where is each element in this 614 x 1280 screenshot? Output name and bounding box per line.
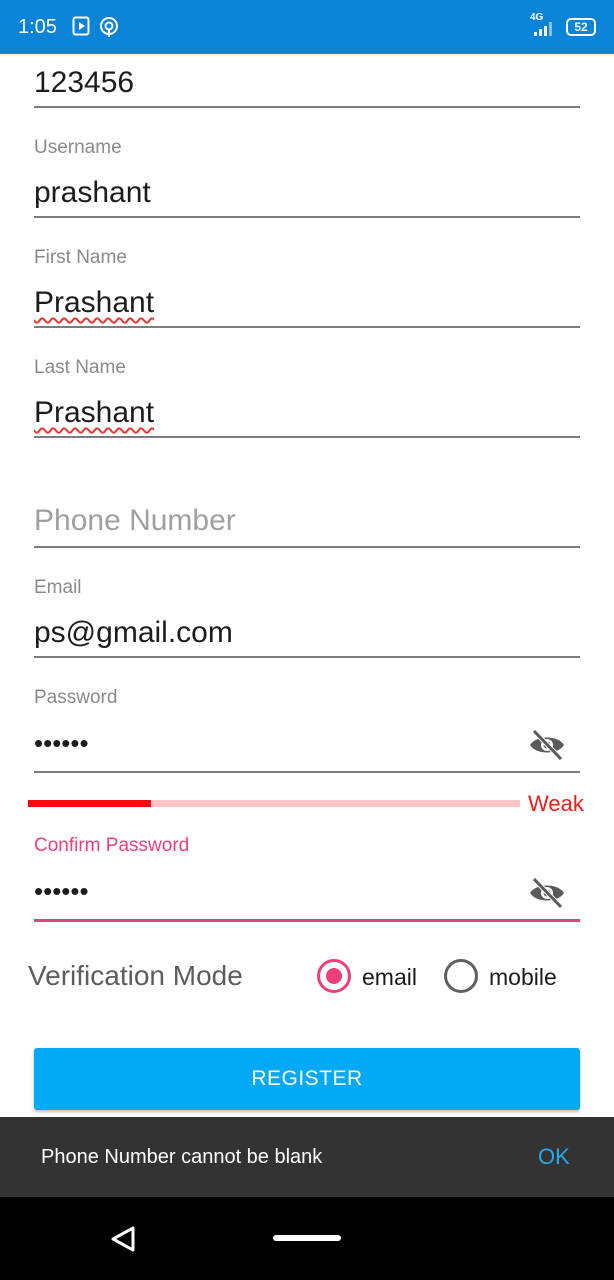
- email-underline: [34, 656, 580, 658]
- eye-off-icon[interactable]: [528, 876, 566, 915]
- confirm-password-underline: [34, 919, 580, 922]
- verification-mode-label: Verification Mode: [28, 960, 243, 991]
- last-name-value: Prashant: [34, 396, 155, 429]
- previous-field[interactable]: 123456: [34, 54, 580, 109]
- password-value: ••••••: [34, 728, 89, 758]
- last-name-underline: [34, 436, 580, 438]
- hotspot-icon: [98, 16, 120, 43]
- username-label: Username: [34, 137, 122, 158]
- radio-email[interactable]: [317, 959, 351, 993]
- home-pill[interactable]: [273, 1235, 341, 1241]
- radio-mobile-label[interactable]: mobile: [489, 964, 557, 991]
- battery-icon: 52: [566, 18, 596, 36]
- radio-email-label[interactable]: email: [362, 964, 417, 991]
- password-strength-fill: [28, 800, 151, 807]
- snackbar-ok-button[interactable]: OK: [538, 1144, 570, 1170]
- status-bar: 1:05 4G 52: [0, 0, 614, 54]
- radio-mobile[interactable]: [444, 959, 478, 993]
- previous-field-value: 123456: [34, 66, 135, 99]
- email-label: Email: [34, 577, 82, 598]
- navigation-bar: [0, 1197, 614, 1280]
- first-name-value: Prashant: [34, 286, 155, 319]
- media-player-icon: [72, 16, 90, 41]
- last-name-field[interactable]: Last Name Prashant: [34, 354, 580, 439]
- back-icon[interactable]: [108, 1224, 138, 1259]
- password-strength-bar: [28, 800, 520, 807]
- snackbar: Phone Number cannot be blank OK: [0, 1117, 614, 1197]
- status-time: 1:05: [18, 16, 57, 38]
- phone-number-field[interactable]: Phone Number: [34, 464, 580, 549]
- password-field[interactable]: Password ••••••: [34, 684, 580, 774]
- username-underline: [34, 216, 580, 218]
- register-screen: 1:05 4G 52 123456 Username prashant Firs…: [0, 0, 614, 1280]
- username-field[interactable]: Username prashant: [34, 134, 580, 219]
- phone-number-underline: [34, 546, 580, 548]
- password-underline: [34, 771, 580, 773]
- previous-field-underline: [34, 106, 580, 108]
- password-label: Password: [34, 687, 118, 708]
- confirm-password-value: ••••••: [34, 876, 89, 906]
- confirm-password-label: Confirm Password: [34, 835, 190, 856]
- signal-icon: [534, 22, 554, 41]
- confirm-password-field[interactable]: Confirm Password ••••••: [34, 832, 580, 924]
- snackbar-message: Phone Number cannot be blank: [41, 1146, 323, 1168]
- email-value: ps@gmail.com: [34, 616, 233, 649]
- eye-off-icon[interactable]: [528, 728, 566, 767]
- last-name-label: Last Name: [34, 357, 126, 378]
- first-name-underline: [34, 326, 580, 328]
- email-field[interactable]: Email ps@gmail.com: [34, 574, 580, 659]
- phone-number-placeholder: Phone Number: [34, 504, 236, 537]
- register-button[interactable]: REGISTER: [34, 1048, 580, 1110]
- first-name-label: First Name: [34, 247, 127, 268]
- password-strength-label: Weak: [528, 791, 584, 816]
- username-value: prashant: [34, 176, 151, 209]
- first-name-field[interactable]: First Name Prashant: [34, 244, 580, 329]
